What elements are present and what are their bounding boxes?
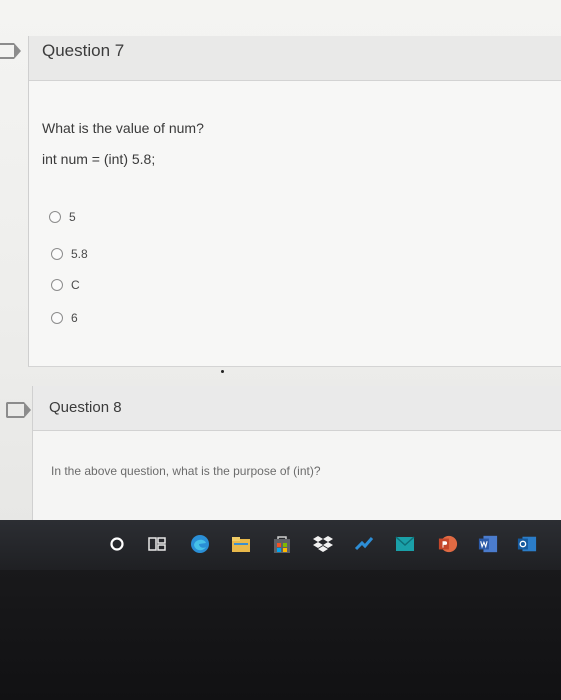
option-5[interactable]: 5 xyxy=(49,210,76,224)
option-6-label: 6 xyxy=(71,311,78,325)
store-icon[interactable] xyxy=(272,534,292,554)
option-5-8[interactable]: 5.8 xyxy=(51,247,88,261)
question-7-title: Question 7 xyxy=(42,41,125,60)
flag-question-8-icon[interactable] xyxy=(6,402,31,418)
option-c[interactable]: C xyxy=(51,278,80,292)
dust-speck xyxy=(221,370,224,373)
question-8-card: Question 8 In the above question, what i… xyxy=(32,386,561,524)
powerpoint-icon[interactable] xyxy=(438,534,458,554)
question-7-prompt: What is the value of num? xyxy=(42,120,204,136)
outlook-icon[interactable] xyxy=(517,534,537,554)
question-7-code: int num = (int) 5.8; xyxy=(42,151,156,167)
option-5-8-radio[interactable] xyxy=(51,248,63,260)
option-5-radio[interactable] xyxy=(49,211,61,223)
search-circle-icon[interactable] xyxy=(107,534,127,554)
question-8-header: Question 8 xyxy=(33,386,561,431)
option-6[interactable]: 6 xyxy=(51,311,78,325)
file-explorer-icon[interactable] xyxy=(231,534,251,554)
question-8-title: Question 8 xyxy=(49,399,122,416)
option-c-radio[interactable] xyxy=(51,279,63,291)
option-6-radio[interactable] xyxy=(51,312,63,324)
edge-icon[interactable] xyxy=(190,534,210,554)
dropbox-icon[interactable] xyxy=(313,534,333,554)
option-5-label: 5 xyxy=(69,210,76,224)
stocks-icon[interactable] xyxy=(354,534,374,554)
option-c-label: C xyxy=(71,278,80,292)
question-8-prompt: In the above question, what is the purpo… xyxy=(51,464,321,478)
mail-icon[interactable] xyxy=(395,534,415,554)
task-view-icon[interactable] xyxy=(147,534,167,554)
question-7-header: Question 7 xyxy=(29,36,561,81)
option-5-8-label: 5.8 xyxy=(71,247,88,261)
word-icon[interactable] xyxy=(478,534,498,554)
flag-question-7-icon[interactable] xyxy=(0,43,21,59)
monitor-bezel xyxy=(0,570,561,700)
question-7-card: Question 7 What is the value of num? int… xyxy=(28,36,561,367)
quiz-screen: Question 7 What is the value of num? int… xyxy=(0,0,561,524)
